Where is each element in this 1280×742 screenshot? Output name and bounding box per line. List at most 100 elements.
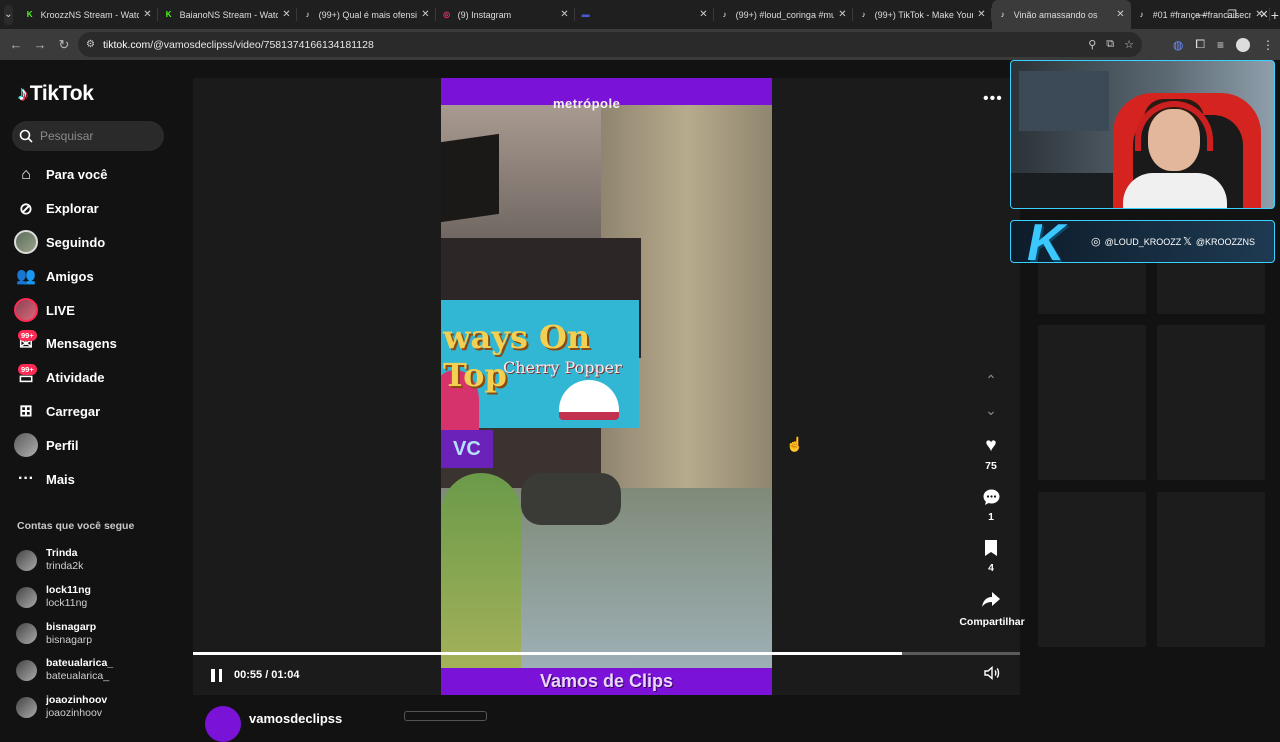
browser-menu-icon[interactable]: ⋮ bbox=[1262, 38, 1274, 52]
streamer-webcam bbox=[1010, 60, 1275, 209]
tab-close-icon[interactable]: ✕ bbox=[282, 9, 290, 20]
share-label: Compartilhar bbox=[959, 616, 1025, 628]
browser-tab[interactable]: ♪ Vinão amassando os ✕ bbox=[991, 0, 1131, 29]
browser-toolbar: ← → ↻ ⚙ tiktok.com/@vamosdeclipss/video/… bbox=[0, 29, 1280, 60]
tab-title: KroozzNS Stream - Watch bbox=[40, 9, 140, 20]
sidebar-item-label: Atividade bbox=[46, 370, 105, 386]
grid-tile[interactable] bbox=[1157, 263, 1265, 314]
sidebar-item-perfil[interactable]: Perfil bbox=[14, 428, 189, 462]
sidebar-item-atividade[interactable]: ▭ Atividade 99+ bbox=[14, 361, 189, 395]
video-player[interactable]: ways On Top Cherry Popper VC metrópole V… bbox=[441, 78, 772, 695]
following-account[interactable]: bateualarica_ bateualarica_ bbox=[16, 652, 113, 689]
tab-close-icon[interactable]: ✕ bbox=[838, 9, 846, 20]
forward-icon[interactable]: → bbox=[28, 37, 52, 52]
url-text: tiktok.com/@vamosdeclipss/video/75813741… bbox=[102, 38, 374, 51]
volume-icon[interactable] bbox=[984, 665, 1000, 683]
author-username[interactable]: vamosdeclipss bbox=[249, 711, 342, 726]
following-account[interactable]: Trinda trinda2k bbox=[16, 542, 113, 579]
grid-tile[interactable] bbox=[1157, 325, 1265, 480]
comment-button[interactable]: 1 bbox=[973, 485, 1009, 523]
sidebar-item-live[interactable]: LIVE bbox=[14, 293, 189, 327]
sidebar-item-mais[interactable]: ··· Mais bbox=[14, 462, 189, 496]
extension-icon[interactable]: ◍ bbox=[1173, 38, 1183, 52]
browser-tab[interactable]: ♪ (99+) TikTok - Make Your ✕ bbox=[853, 0, 992, 29]
browser-tab[interactable]: ▬ ✕ bbox=[575, 0, 714, 29]
tiktok-logo[interactable]: ♪ TikTok bbox=[18, 82, 94, 106]
profile-avatar[interactable] bbox=[1236, 37, 1250, 52]
tab-favicon-icon: K bbox=[165, 10, 172, 19]
install-app-icon[interactable]: ⧉ bbox=[1106, 38, 1114, 51]
tab-favicon-icon: ◎ bbox=[443, 10, 451, 19]
sidebar-item-amigos[interactable]: 👥 Amigos bbox=[14, 259, 189, 293]
comment-count: 1 bbox=[988, 511, 994, 523]
browser-tab[interactable]: ♪ (99+) #loud_coringa #mu ✕ bbox=[714, 0, 853, 29]
tab-close-icon[interactable]: ✕ bbox=[143, 9, 151, 20]
sidebar-item-explorar[interactable]: ⊘ Explorar bbox=[14, 192, 189, 226]
browser-tab[interactable]: K KroozzNS Stream - Watch ✕ bbox=[19, 0, 158, 29]
tab-close-icon[interactable]: ✕ bbox=[977, 9, 985, 20]
instagram-handle: ◎ @LOUD_KROOZZ bbox=[1091, 236, 1182, 248]
reload-icon[interactable]: ↻ bbox=[52, 37, 76, 53]
tab-close-icon[interactable]: ✕ bbox=[699, 9, 707, 20]
k-logo: K bbox=[1027, 214, 1065, 272]
metropole-logo: metrópole bbox=[553, 96, 621, 111]
search-input[interactable]: Pesquisar bbox=[12, 121, 164, 151]
logo-text: TikTok bbox=[29, 82, 94, 105]
tab-title: (9) Instagram bbox=[457, 9, 512, 20]
zoom-icon[interactable]: ⚲ bbox=[1088, 38, 1096, 51]
close-window-icon[interactable]: ✕ bbox=[1248, 8, 1280, 21]
restore-icon[interactable]: ❐ bbox=[1216, 8, 1248, 21]
streamer-social-bar: K ◎ @LOUD_KROOZZ 𝕏 @KROOZZNS bbox=[1010, 215, 1275, 271]
tab-favicon-icon: ♪ bbox=[1139, 10, 1144, 19]
grid-tile[interactable] bbox=[1038, 492, 1146, 647]
author-avatar[interactable] bbox=[205, 706, 241, 742]
tab-favicon-icon: ♪ bbox=[722, 10, 727, 19]
account-handle: bateualarica_ bbox=[46, 670, 110, 683]
previous-video-icon[interactable]: ⌃ bbox=[983, 372, 999, 389]
browser-tab[interactable]: ♪ (99+) Qual é mais ofensiv ✕ bbox=[297, 0, 436, 29]
like-button[interactable]: ♥ 75 bbox=[973, 434, 1009, 472]
search-icon bbox=[19, 129, 33, 143]
live-avatar-icon bbox=[14, 298, 38, 323]
share-button[interactable] bbox=[973, 587, 1009, 611]
sidebar-item-label: Seguindo bbox=[46, 234, 106, 250]
following-account[interactable]: lock11ng lock11ng bbox=[16, 579, 113, 616]
site-info-icon[interactable]: ⚙ bbox=[86, 39, 95, 50]
pause-icon[interactable] bbox=[211, 668, 222, 682]
grid-tile[interactable] bbox=[1157, 492, 1265, 647]
save-button[interactable]: 4 bbox=[973, 536, 1009, 574]
video-progress-bar[interactable] bbox=[193, 652, 1020, 655]
tab-title: (99+) TikTok - Make Your bbox=[874, 9, 974, 20]
sidebar-item-carregar[interactable]: ⊞ Carregar bbox=[14, 395, 189, 429]
sidebar-item-seguindo[interactable]: Seguindo bbox=[14, 226, 189, 260]
sidebar-item-para-você[interactable]: ⌂ Para você bbox=[14, 158, 189, 192]
account-name: bisnagarp bbox=[46, 620, 97, 633]
sidebar-item-mensagens[interactable]: ✉ Mensagens 99+ bbox=[14, 327, 189, 361]
friends-icon: 👥 bbox=[16, 268, 36, 286]
sidebar-item-label: Para você bbox=[46, 167, 108, 183]
bookmark-star-icon[interactable]: ☆ bbox=[1124, 38, 1134, 51]
next-video-icon[interactable]: ⌄ bbox=[983, 402, 999, 419]
account-handle: lock11ng bbox=[46, 597, 88, 610]
more-options-icon[interactable]: ••• bbox=[983, 90, 1003, 108]
tab-close-icon[interactable]: ✕ bbox=[421, 9, 429, 20]
grid-tile[interactable] bbox=[1038, 325, 1146, 480]
tab-favicon-icon: ▬ bbox=[581, 10, 590, 19]
address-bar[interactable]: ⚙ tiktok.com/@vamosdeclipss/video/758137… bbox=[78, 32, 1142, 57]
share-arrow-icon bbox=[973, 587, 1009, 611]
browser-tab[interactable]: ◎ (9) Instagram ✕ bbox=[436, 0, 575, 29]
sidebar-item-label: Mensagens bbox=[46, 336, 117, 352]
vc-logo: VC bbox=[441, 430, 493, 468]
reading-list-icon[interactable]: ≡ bbox=[1217, 38, 1224, 52]
extensions-puzzle-icon[interactable]: ⧠ bbox=[1195, 37, 1205, 52]
account-name: Trinda bbox=[46, 547, 78, 560]
browser-tab[interactable]: K BaianoNS Stream - Watch ✕ bbox=[158, 0, 297, 29]
tab-search-button[interactable]: ⌄ bbox=[4, 4, 13, 25]
browser-tab-bar: ⌄ K KroozzNS Stream - Watch ✕ K BaianoNS Str… bbox=[0, 0, 1280, 29]
author-bar: vamosdeclipss bbox=[193, 700, 1020, 742]
minimize-icon[interactable]: — bbox=[1184, 9, 1216, 21]
tab-close-icon[interactable]: ✕ bbox=[560, 9, 568, 20]
following-account[interactable]: bisnagarp bisnagarp bbox=[16, 615, 113, 652]
tab-close-icon[interactable]: ✕ bbox=[1116, 9, 1124, 20]
back-icon[interactable]: ← bbox=[4, 37, 28, 52]
